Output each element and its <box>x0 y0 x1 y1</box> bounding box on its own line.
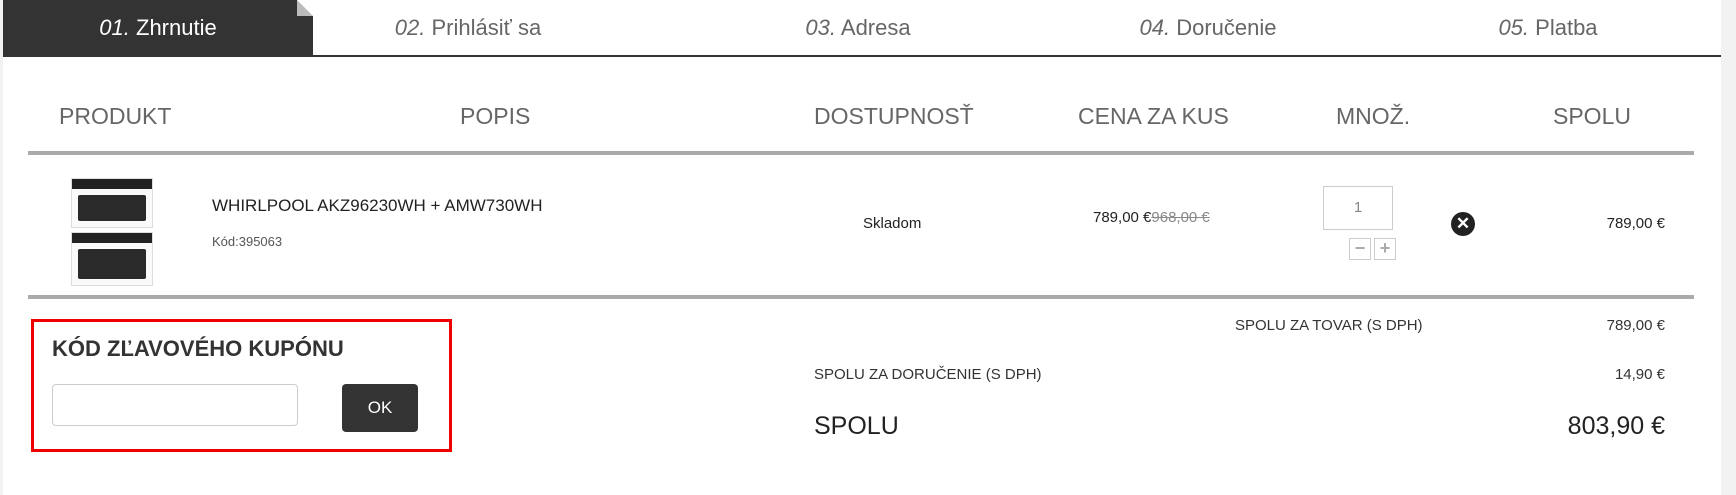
current-price: 789,00 € <box>1093 209 1152 226</box>
product-code: Kód:395063 <box>212 234 283 249</box>
checkout-steps: 01. Zhrnutie 02. Prihlásiť sa 03. Adresa… <box>3 0 1721 57</box>
step-number: 03. <box>805 15 836 40</box>
grand-total-label: SPOLU <box>814 412 899 440</box>
goods-total-value: 789,00 € <box>1606 317 1665 334</box>
step-label: Zhrnutie <box>136 15 217 40</box>
header-quantity: MNOŽ. <box>1336 103 1411 129</box>
oven-lower-icon <box>71 232 153 286</box>
cart-page: 01. Zhrnutie 02. Prihlásiť sa 03. Adresa… <box>3 0 1721 495</box>
step-label: Prihlásiť sa <box>431 15 542 40</box>
product-availability: Skladom <box>863 215 922 232</box>
delivery-total-label: SPOLU ZA DORUČENIE (S DPH) <box>814 366 1042 383</box>
header-description: POPIS <box>460 103 531 129</box>
step-number: 05. <box>1498 15 1530 40</box>
header-product: PRODUKT <box>59 103 172 129</box>
step-delivery[interactable]: 04. Doručenie <box>1053 0 1363 56</box>
oven-upper-icon <box>71 178 153 228</box>
quantity-input[interactable]: 1 <box>1323 186 1393 230</box>
old-price: 968,00 € <box>1151 209 1210 226</box>
step-label: Adresa <box>840 15 911 40</box>
delivery-total-value: 14,90 € <box>1614 366 1665 383</box>
grand-total-value: 803,90 € <box>1567 412 1665 440</box>
step-label: Doručenie <box>1176 15 1277 40</box>
coupon-box: KÓD ZĽAVOVÉHO KUPÓNU OK <box>31 319 452 452</box>
step-number: 01. <box>99 15 130 40</box>
quantity-plus-button[interactable]: + <box>1374 238 1396 260</box>
quantity-minus-button[interactable]: − <box>1349 238 1371 260</box>
goods-total-label: SPOLU ZA TOVAR (S DPH) <box>1235 317 1423 334</box>
step-address[interactable]: 03. Adresa <box>703 0 1013 56</box>
step-summary[interactable]: 01. Zhrnutie <box>3 0 313 56</box>
header-availability: DOSTUPNOSŤ <box>814 103 974 129</box>
coupon-input[interactable] <box>52 384 298 426</box>
step-login[interactable]: 02. Prihlásiť sa <box>313 0 623 56</box>
header-total: SPOLU <box>1553 103 1631 129</box>
row-total: 789,00 € <box>1606 215 1665 232</box>
product-name[interactable]: WHIRLPOOL AKZ96230WH + AMW730WH <box>212 196 543 216</box>
product-image[interactable] <box>65 178 157 286</box>
header-divider <box>28 151 1694 155</box>
fold-corner-icon <box>297 0 313 16</box>
header-unit-price: CENA ZA KUS <box>1078 103 1229 129</box>
step-number: 04. <box>1139 15 1171 40</box>
unit-price: 789,00 €968,00 € <box>1093 209 1210 226</box>
coupon-ok-button[interactable]: OK <box>342 384 418 432</box>
step-label: Platba <box>1535 15 1598 40</box>
step-number: 02. <box>394 15 426 40</box>
remove-item-icon[interactable]: ✕ <box>1451 212 1475 236</box>
step-payment[interactable]: 05. Platba <box>1393 0 1703 56</box>
row-divider <box>28 295 1694 299</box>
coupon-title: KÓD ZĽAVOVÉHO KUPÓNU <box>52 336 344 361</box>
